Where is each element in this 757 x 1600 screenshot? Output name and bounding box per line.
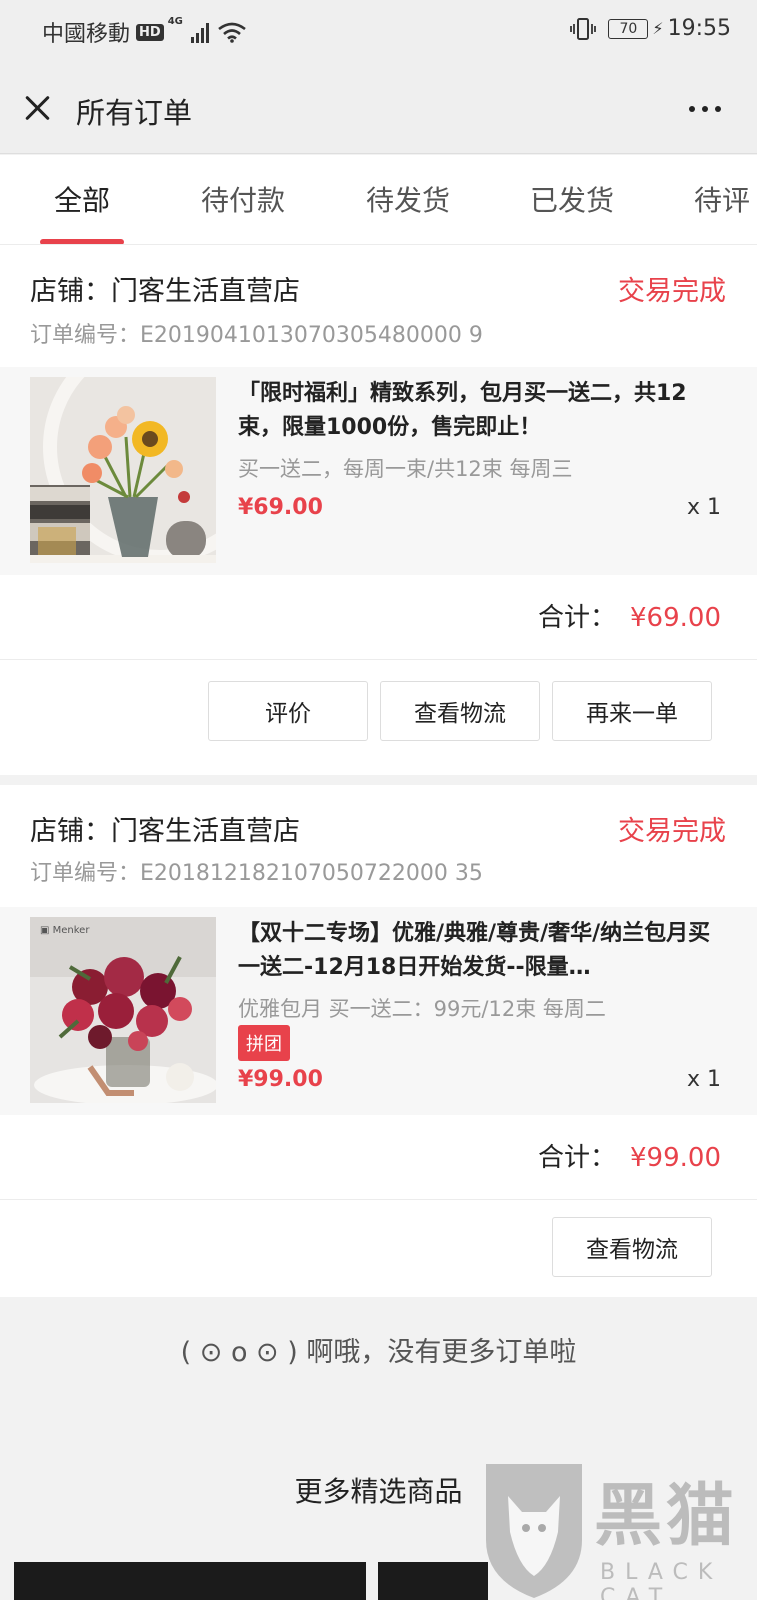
hd-badge: HD [136, 23, 164, 41]
svg-text:▣ Menker: ▣ Menker [40, 925, 90, 936]
title-bar: 所有订单 [0, 64, 757, 154]
product-image[interactable] [30, 377, 216, 563]
black-cat-logo-icon [486, 1464, 582, 1598]
clock: 19:55 [667, 16, 731, 41]
vibrate-icon [570, 17, 597, 40]
order-total: 合计： ¥69.00 [538, 597, 721, 634]
battery-icon: 70 [608, 18, 649, 39]
order-number: 订单编号：E2019041013070305480000 9 [30, 323, 483, 348]
featured-product-tile[interactable] [378, 1562, 488, 1600]
order-status: 交易完成 [618, 276, 726, 307]
watermark-text: 黑猫 [594, 1477, 739, 1556]
product-row[interactable]: 「限时福利」精致系列，包月买一送二，共12束，限量1000份，售完即止！ 买一送… [0, 367, 757, 575]
divider [0, 1199, 757, 1200]
track-shipping-button[interactable]: 查看物流 [380, 681, 540, 741]
product-spec: 买一送二，每周一束/共12束 每周三 [238, 457, 573, 481]
product-row[interactable]: ▣ Menker 【双十二专场】优雅/典雅/尊贵/奢华/纳兰包月买一送二-12月… [0, 907, 757, 1115]
tab-pending-review[interactable]: 待评 [694, 179, 750, 219]
product-quantity: x 1 [686, 1067, 721, 1092]
tab-all[interactable]: 全部 [54, 179, 110, 219]
close-icon[interactable] [20, 90, 56, 126]
status-bar: 中國移動 HD 4G 70 ⚡ 19:55 [0, 0, 757, 64]
no-more-orders-text: ( ⊙ o ⊙ ) 啊哦，没有更多订单啦 [180, 1337, 577, 1368]
reorder-button[interactable]: 再来一单 [552, 681, 712, 741]
tab-pending-payment[interactable]: 待付款 [201, 179, 285, 219]
track-shipping-button[interactable]: 查看物流 [552, 1217, 712, 1277]
group-buy-badge: 拼团 [238, 1025, 290, 1061]
network-type: 4G [167, 16, 183, 27]
divider [0, 659, 757, 660]
order-card: 店铺：门客生活直营店 交易完成 订单编号：E201812182107050722… [0, 785, 757, 1297]
total-label: 合计： [538, 603, 617, 633]
page-title: 所有订单 [76, 96, 193, 130]
status-left: 中國移動 HD 4G [42, 16, 247, 48]
order-total: 合计： ¥99.00 [538, 1137, 721, 1174]
wifi-icon [218, 22, 246, 43]
total-amount: ¥99.00 [630, 1143, 721, 1173]
review-button[interactable]: 评价 [208, 681, 368, 741]
signal-icon [189, 21, 209, 43]
order-tabs: 全部 待付款 待发货 已发货 待评 [0, 155, 757, 245]
product-image[interactable]: ▣ Menker [30, 917, 216, 1103]
product-quantity: x 1 [686, 495, 721, 520]
more-options-icon[interactable] [682, 106, 721, 112]
order-number: 订单编号：E201812182107050722000 35 [30, 861, 483, 886]
status-right: 70 ⚡ 19:55 [570, 16, 731, 41]
product-name: 「限时福利」精致系列，包月买一送二，共12束，限量1000份，售完即止！ [238, 381, 687, 440]
charging-icon: ⚡ [652, 19, 664, 38]
product-price: ¥69.00 [238, 495, 323, 520]
tab-pending-shipment[interactable]: 待发货 [366, 179, 450, 219]
watermark-subtext: BLACK CAT [600, 1560, 723, 1600]
tab-shipped[interactable]: 已发货 [530, 179, 614, 219]
order-card: 店铺：门客生活直营店 交易完成 订单编号：E201904101307030548… [0, 245, 757, 775]
total-amount: ¥69.00 [630, 603, 721, 633]
watermark: 黑猫 BLACK CAT [478, 1456, 750, 1600]
total-label: 合计： [538, 1143, 617, 1173]
product-name: 【双十二专场】优雅/典雅/尊贵/奢华/纳兰包月买一送二-12月18日开始发货--… [238, 921, 711, 980]
featured-product-tile[interactable] [14, 1562, 366, 1600]
product-price: ¥99.00 [238, 1067, 323, 1092]
store-name[interactable]: 店铺：门客生活直营店 [30, 809, 300, 848]
order-status: 交易完成 [618, 816, 726, 847]
carrier-name: 中國移動 [42, 22, 131, 47]
product-spec: 优雅包月 买一送二：99元/12束 每周二 [238, 997, 606, 1021]
store-name[interactable]: 店铺：门客生活直营店 [30, 269, 300, 308]
